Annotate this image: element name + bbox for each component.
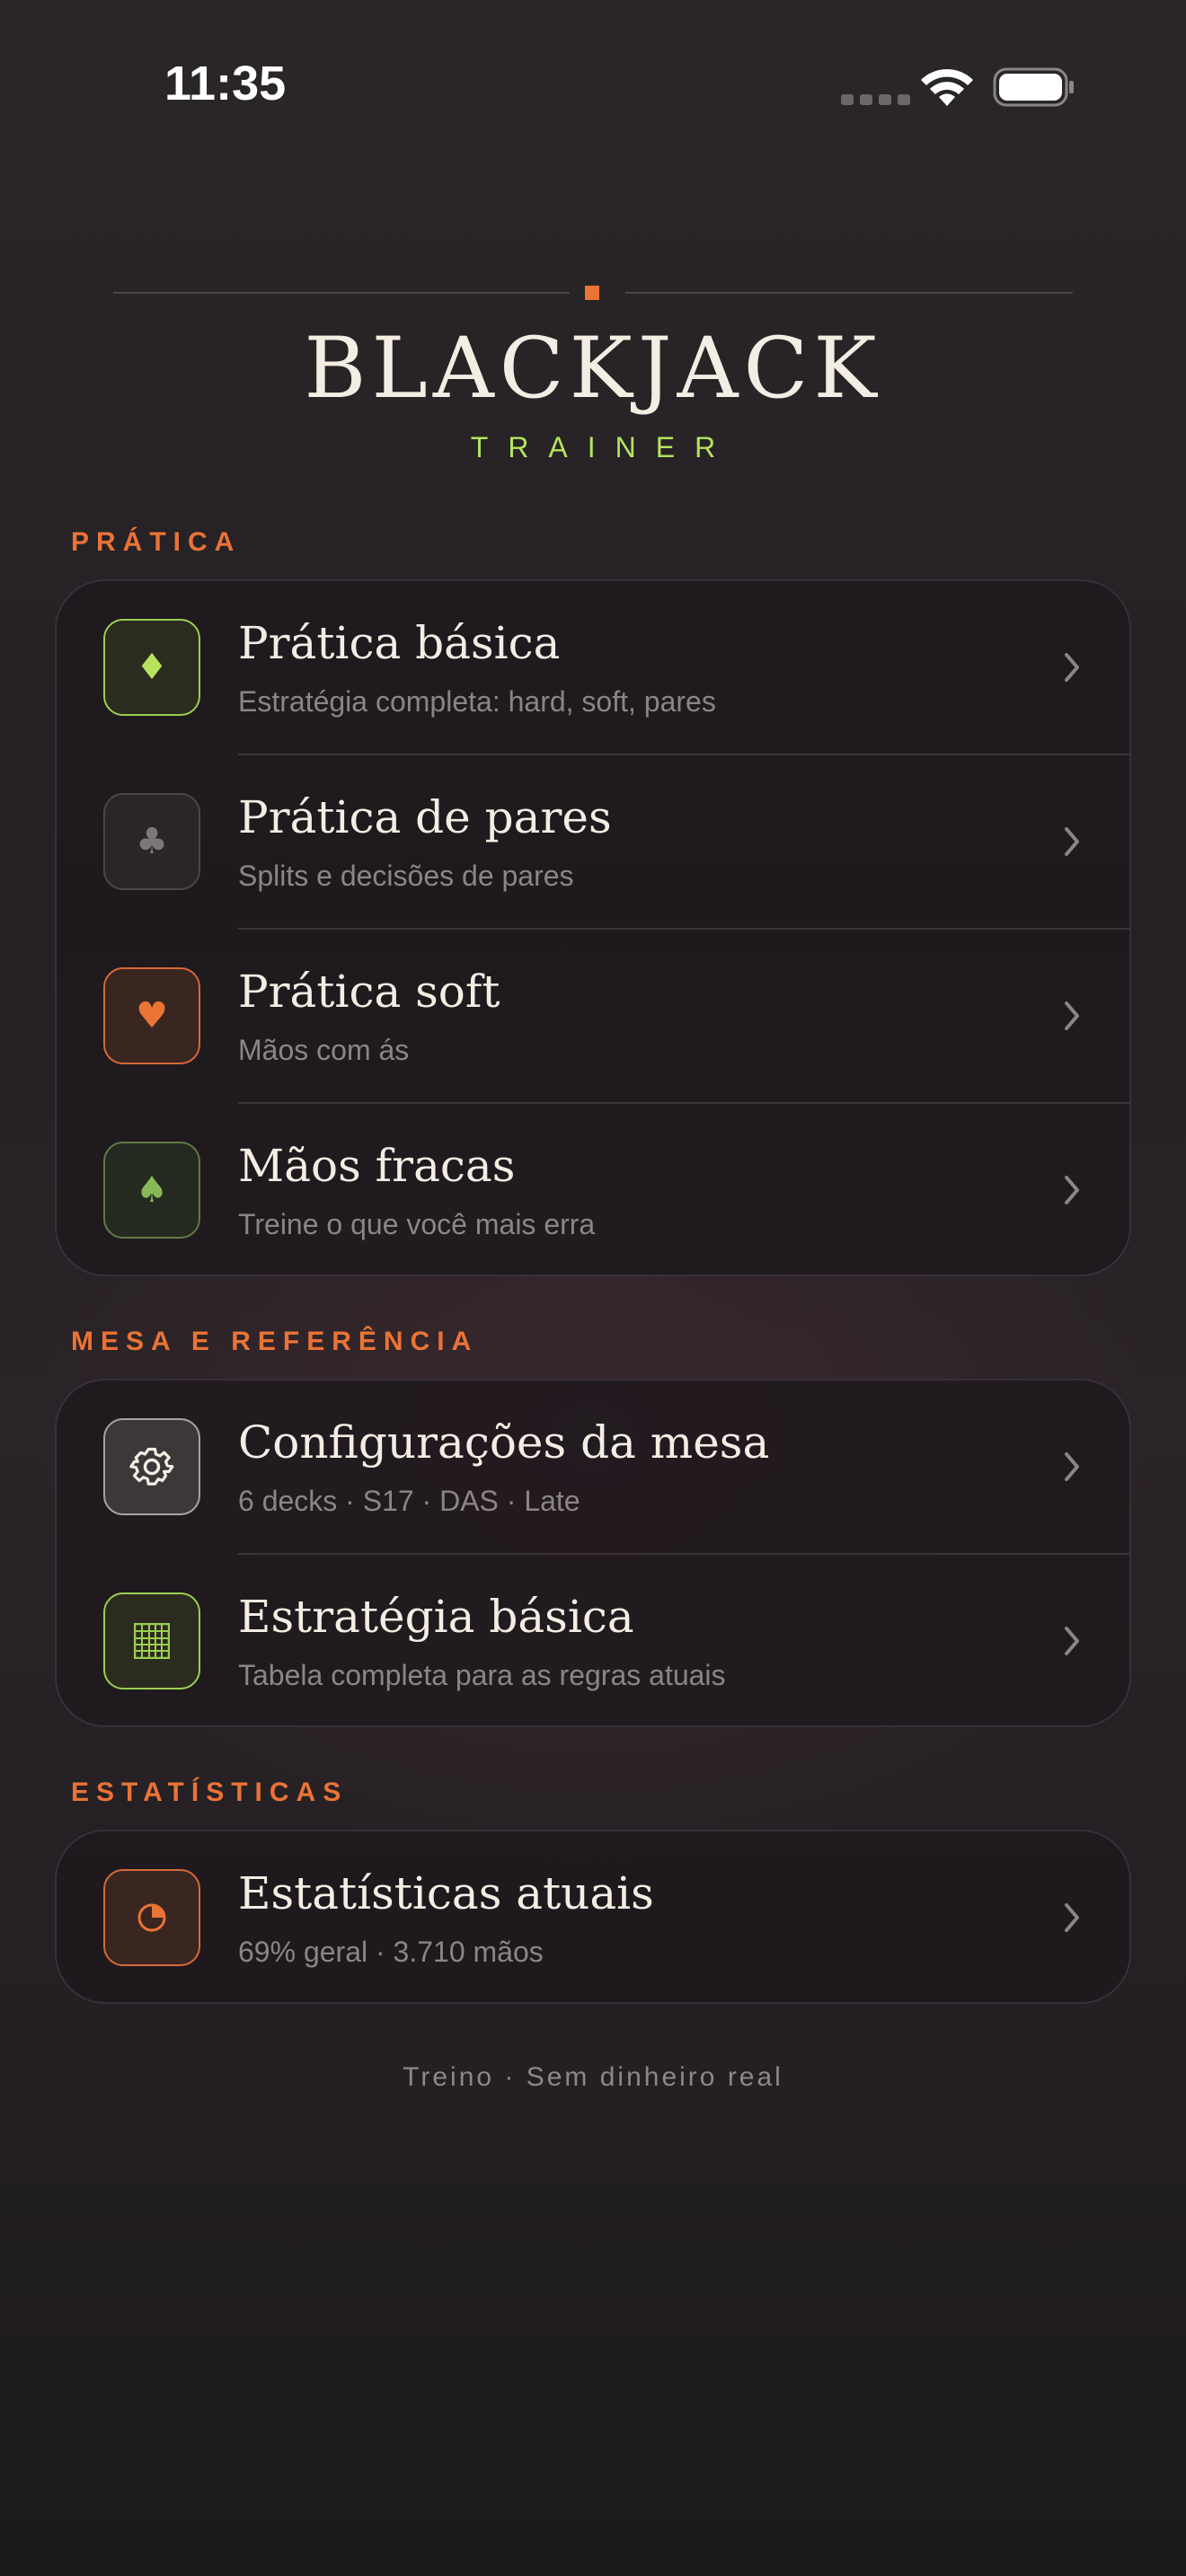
app-title: BLACKJACK	[304, 320, 882, 418]
pie-chart-icon	[137, 1903, 166, 1932]
header-accent-dot	[585, 286, 599, 300]
diamond-icon: ♦	[103, 619, 200, 716]
gear-icon	[129, 1447, 174, 1486]
chevron-right-icon	[1065, 827, 1079, 856]
menu-item-title: Prática soft	[238, 966, 500, 1018]
menu-item-subtitle: Mãos com ás	[238, 1034, 410, 1066]
status-time: 11:35	[164, 57, 287, 110]
header-divider-left	[113, 292, 570, 294]
footer-note: Treino · Sem dinheiro real	[403, 2062, 783, 2092]
chevron-right-icon	[1065, 1001, 1079, 1030]
menu-item-title: Prática de pares	[238, 791, 612, 843]
table-reference-card: Configurações da mesa 6 decks · S17 · DA…	[55, 1379, 1131, 1727]
menu-item-pairs-practice[interactable]: ♣ Prática de pares Splits e decisões de …	[57, 755, 1129, 930]
menu-item-subtitle: Estratégia completa: hard, soft, pares	[238, 685, 716, 718]
chevron-right-icon	[1065, 1452, 1079, 1481]
menu-item-title: Prática básica	[238, 617, 561, 669]
menu-item-table-settings[interactable]: Configurações da mesa 6 decks · S17 · DA…	[57, 1381, 1129, 1555]
menu-item-title: Mãos fracas	[238, 1140, 516, 1192]
wifi-icon	[921, 68, 973, 106]
chevron-right-icon	[1065, 1627, 1079, 1655]
app-subtitle: TRAINER	[470, 431, 736, 463]
menu-item-basic-practice[interactable]: ♦ Prática básica Estratégia completa: ha…	[57, 581, 1129, 755]
menu-item-soft-practice[interactable]: ♥ Prática soft Mãos com ás	[57, 930, 1129, 1104]
section-label-pratica: PRÁTICA	[71, 527, 242, 557]
chevron-right-icon	[1065, 653, 1079, 682]
menu-item-weak-hands[interactable]: ♠ Mãos fracas Treine o que você mais err…	[57, 1104, 1129, 1275]
battery-icon	[993, 67, 1074, 107]
menu-item-title: Configurações da mesa	[238, 1416, 770, 1469]
header-divider-right	[625, 292, 1073, 294]
menu-item-subtitle: 69% geral · 3.710 mãos	[238, 1936, 544, 1968]
gear-icon	[103, 1418, 200, 1515]
menu-item-subtitle: 6 decks · S17 · DAS · Late	[238, 1485, 580, 1517]
practice-card: ♦ Prática básica Estratégia completa: ha…	[55, 579, 1131, 1276]
menu-item-title: Estatísticas atuais	[238, 1867, 654, 1919]
heart-icon: ♥	[103, 967, 200, 1064]
menu-item-subtitle: Treine o que você mais erra	[238, 1208, 596, 1240]
pie-chart-icon	[103, 1869, 200, 1966]
club-icon: ♣	[103, 793, 200, 890]
chevron-right-icon	[1065, 1903, 1079, 1932]
grid-icon	[134, 1623, 170, 1659]
spade-icon: ♠	[103, 1142, 200, 1239]
menu-item-subtitle: Splits e decisões de pares	[238, 860, 574, 892]
grid-icon	[103, 1592, 200, 1689]
section-label-mesa: MESA E REFERÊNCIA	[71, 1327, 479, 1356]
menu-item-title: Estratégia básica	[238, 1591, 634, 1643]
statistics-card: Estatísticas atuais 69% geral · 3.710 mã…	[55, 1830, 1131, 2004]
chevron-right-icon	[1065, 1176, 1079, 1204]
cellular-signal-icon	[841, 94, 910, 105]
menu-item-basic-strategy[interactable]: Estratégia básica Tabela completa para a…	[57, 1555, 1129, 1725]
menu-item-subtitle: Tabela completa para as regras atuais	[238, 1659, 726, 1691]
menu-item-current-statistics[interactable]: Estatísticas atuais 69% geral · 3.710 mã…	[57, 1831, 1129, 2002]
section-label-estatisticas: ESTATÍSTICAS	[71, 1778, 349, 1807]
